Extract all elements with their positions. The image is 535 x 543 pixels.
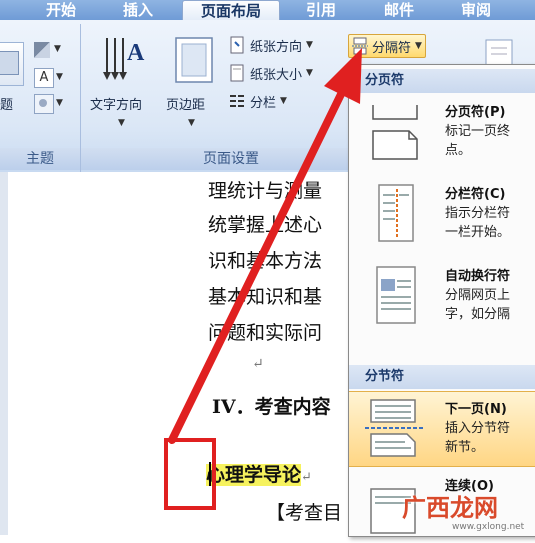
paragraph-mark: ↵ <box>252 356 264 372</box>
menu-item-desc: 分隔网页上 字，如分隔 <box>445 288 511 322</box>
breaks-label: 分隔符 <box>372 40 412 56</box>
theme-fonts-icon: A <box>34 68 54 88</box>
theme-effects-icon <box>34 94 54 114</box>
tab-mailings[interactable]: 邮件 <box>366 0 432 20</box>
themes-label: 题 <box>0 98 14 113</box>
text-wrapping-break-icon <box>376 266 416 324</box>
site-watermark: 广西龙网 <box>402 494 498 522</box>
margins-button[interactable]: 页边距 ▼ <box>164 28 222 140</box>
section-breaks-header: 分节符 <box>349 365 535 389</box>
menu-item-desc: 标记一页终 点。 <box>445 124 511 158</box>
chevron-down-icon: ▼ <box>306 68 313 78</box>
menu-item-title: 分栏符(C) <box>445 187 506 202</box>
chevron-down-icon: ▼ <box>54 44 61 54</box>
menu-item-column-break[interactable]: 分栏符(C) 指示分栏符 一栏开始。 <box>349 177 535 251</box>
chevron-down-icon: ▼ <box>188 118 195 128</box>
menu-item-desc: 插入分节符 新节。 <box>445 421 511 455</box>
menu-item-title: 下一页(N) <box>445 402 507 417</box>
doc-line: 统掌握上述心 <box>208 214 323 236</box>
chevron-down-icon: ▼ <box>118 118 125 128</box>
columns-icon <box>230 95 244 107</box>
chevron-down-icon: ▼ <box>56 98 63 108</box>
theme-icon <box>0 51 19 75</box>
breaks-button[interactable]: 分隔符 ▼ <box>348 34 426 58</box>
highlight-text: 心理学导论 <box>206 464 302 486</box>
theme-colors-button[interactable]: ▼ <box>34 40 66 60</box>
menu-item-title: 分页符(P) <box>445 105 506 120</box>
chevron-down-icon: ▼ <box>415 41 422 51</box>
page-setup-group-label: 页面设置 <box>81 148 381 170</box>
tab-page-layout[interactable]: 页面布局 <box>182 0 280 21</box>
ribbon-tab-bar: 开始 插入 页面布局 引用 邮件 审阅 <box>0 0 535 21</box>
menu-item-text-wrapping-break[interactable]: 自动换行符 分隔网页上 字，如分隔 <box>349 259 535 333</box>
menu-item-desc: 指示分栏符 一栏开始。 <box>445 206 511 240</box>
page-size-icon <box>230 64 244 82</box>
text-direction-button[interactable]: A 文字方向 ▼ <box>88 28 158 140</box>
highlighted-heading: 心理学导论↵ <box>206 460 312 487</box>
chevron-down-icon: ▼ <box>306 40 313 50</box>
doc-line: 理统计与测量 <box>208 180 323 202</box>
columns-button[interactable]: 分栏 ▼ <box>228 90 287 112</box>
theme-colors-icon <box>34 42 50 58</box>
tab-references[interactable]: 引用 <box>290 0 352 20</box>
margins-icon <box>175 37 213 83</box>
orientation-icon <box>230 36 244 54</box>
left-margin <box>0 172 8 535</box>
columns-label: 分栏 <box>250 95 277 111</box>
doc-line: 基本知识和基 <box>208 286 323 308</box>
menu-item-title: 自动换行符 <box>445 269 511 284</box>
tab-review[interactable]: 审阅 <box>446 0 506 20</box>
text-direction-icon: A <box>103 38 145 80</box>
svg-text:A: A <box>127 40 145 66</box>
breaks-dropdown-menu: 分页符 分页符(P) 标记一页终 点。 分栏符(C) 指示分栏符 一栏开始。 自… <box>348 64 535 537</box>
next-page-section-icon <box>365 399 425 457</box>
menu-item-page-break[interactable]: 分页符(P) 标记一页终 点。 <box>349 95 535 169</box>
doc-line: 识和基本方法 <box>208 250 323 272</box>
menu-item-next-page[interactable]: 下一页(N) 插入分节符 新节。 <box>349 391 535 467</box>
paragraph-mark: ↵ <box>301 470 312 485</box>
chevron-down-icon: ▼ <box>280 96 287 106</box>
tab-home[interactable]: 开始 <box>26 0 96 20</box>
chevron-down-icon: ▼ <box>56 72 63 82</box>
doc-line: 【考查目 <box>266 502 343 524</box>
themes-button[interactable] <box>0 42 24 86</box>
theme-fonts-button[interactable]: A ▼ <box>34 68 66 88</box>
size-button[interactable]: 纸张大小 ▼ <box>228 62 313 84</box>
doc-line: 问题和实际问 <box>208 322 323 344</box>
column-break-icon <box>378 184 414 242</box>
page-breaks-header: 分页符 <box>349 69 535 93</box>
red-highlight-box <box>164 438 216 510</box>
breaks-icon <box>352 37 368 55</box>
site-watermark-url: www.gxlong.net <box>452 522 525 532</box>
doc-heading: IV．考查内容 <box>212 396 331 418</box>
themes-group-label: 主题 <box>0 148 80 170</box>
orientation-button[interactable]: 纸张方向 ▼ <box>228 34 313 56</box>
tab-insert[interactable]: 插入 <box>108 0 168 20</box>
theme-effects-button[interactable]: ▼ <box>34 94 66 114</box>
orientation-label: 纸张方向 <box>250 39 303 55</box>
size-label: 纸张大小 <box>250 67 303 83</box>
text-direction-label: 文字方向 <box>90 98 143 113</box>
page-break-icon <box>372 105 418 160</box>
margins-label: 页边距 <box>166 98 206 113</box>
